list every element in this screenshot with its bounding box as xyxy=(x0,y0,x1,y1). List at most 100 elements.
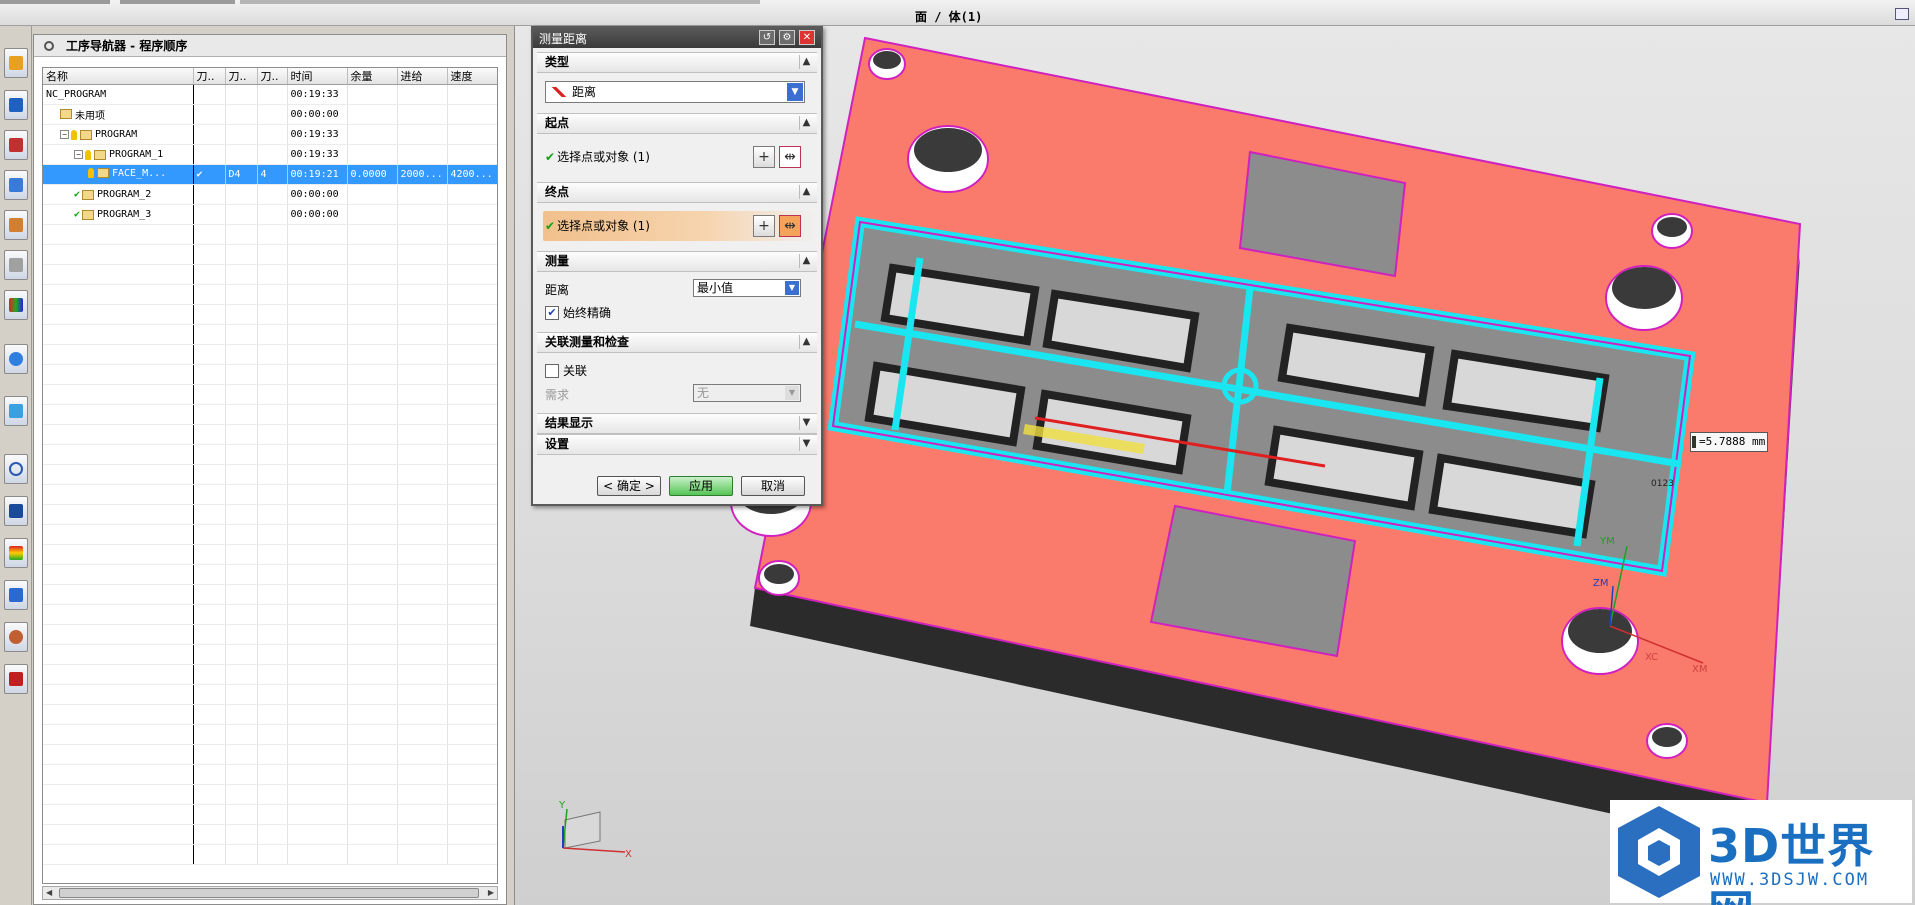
result-section-header[interactable]: 结果显示 ▼ xyxy=(537,413,817,434)
gear-icon[interactable]: ⚙ xyxy=(779,30,795,45)
empty-cell xyxy=(287,724,348,745)
scroll-left-icon[interactable]: ◀ xyxy=(46,888,52,897)
reset-icon[interactable]: ↺ xyxy=(759,30,775,45)
collapse-icon[interactable]: ▲ xyxy=(799,185,813,199)
apply-button[interactable]: 应用 xyxy=(669,476,733,496)
operation-name-cell[interactable]: − PROGRAM xyxy=(43,124,194,145)
collapse-node-icon[interactable]: − xyxy=(74,150,83,159)
roles-icon[interactable] xyxy=(4,622,28,652)
operation-name-cell[interactable]: FACE_M... xyxy=(43,164,194,185)
checkbox-unchecked-icon[interactable] xyxy=(545,363,559,378)
collapse-icon[interactable]: ▲ xyxy=(799,254,813,268)
start-selection[interactable]: ✔ 选择点或对象 (1) xyxy=(545,148,650,165)
type-section-header[interactable]: 类型 ▲ xyxy=(537,52,817,73)
panel-splitter[interactable] xyxy=(507,26,515,905)
chevron-down-icon[interactable]: ▼ xyxy=(787,83,803,101)
library-icon[interactable] xyxy=(4,290,28,320)
assembly-navigator-icon[interactable] xyxy=(4,48,28,78)
column-header[interactable]: 刀.. xyxy=(225,68,258,85)
always-accurate-checkbox[interactable]: ✔ 始终精确 xyxy=(545,304,611,321)
constraint-navigator-icon[interactable] xyxy=(4,90,28,120)
empty-cell xyxy=(193,804,226,825)
empty-cell xyxy=(397,344,448,365)
point-dialog-button[interactable]: + xyxy=(753,215,775,237)
type-dropdown[interactable]: 距离 ▼ xyxy=(545,81,805,103)
history-icon[interactable] xyxy=(4,454,28,484)
system-materials-icon[interactable] xyxy=(4,496,28,526)
column-header[interactable]: 刀.. xyxy=(257,68,288,85)
table-row[interactable]: FACE_M... ✔ D4 4 00:19:21 0.0000 2000... 4200..… xyxy=(43,164,497,185)
operation-navigator-icon[interactable] xyxy=(4,170,28,200)
distance-mode-dropdown[interactable]: 最小值 ▼ xyxy=(693,279,801,297)
empty-cell xyxy=(397,624,448,645)
operation-name: FACE_M... xyxy=(112,167,167,179)
table-row[interactable]: − PROGRAM_1 00:19:33 xyxy=(43,144,497,165)
manufacturing-wizard-icon[interactable] xyxy=(4,580,28,610)
column-header[interactable]: 速度 xyxy=(447,68,497,85)
start-section-header[interactable]: 起点 ▲ xyxy=(537,113,817,134)
measure-section-header[interactable]: 测量 ▲ xyxy=(537,251,817,272)
table-row[interactable]: ✔ PROGRAM_2 00:00:00 xyxy=(43,184,497,205)
column-header[interactable]: 时间 xyxy=(287,68,348,85)
horizontal-scrollbar[interactable]: ◀ ▶ xyxy=(42,886,498,900)
tree-node: ✔ PROGRAM_3 xyxy=(46,209,151,220)
process-studio-icon[interactable] xyxy=(4,538,28,568)
close-icon[interactable]: ✕ xyxy=(799,30,815,45)
operation-name-cell[interactable]: ✔ PROGRAM_2 xyxy=(43,184,194,205)
end-selection[interactable]: ✔ 选择点或对象 (1) xyxy=(545,217,650,234)
machine-tool-navigator-icon[interactable] xyxy=(4,210,28,240)
table-cell: 00:00:00 xyxy=(287,104,348,125)
ok-button[interactable]: < 确定 > xyxy=(597,476,661,496)
part-navigator-icon[interactable] xyxy=(4,130,28,160)
end-section-header[interactable]: 终点 ▲ xyxy=(537,182,817,203)
empty-cell xyxy=(43,664,194,685)
pin-icon[interactable] xyxy=(44,40,54,51)
operation-name-cell[interactable]: − PROGRAM_1 xyxy=(43,144,194,165)
palette-icon[interactable] xyxy=(4,664,28,694)
table-cell: 00:00:00 xyxy=(287,184,348,205)
document-icon[interactable] xyxy=(4,396,28,426)
empty-cell xyxy=(257,424,288,445)
empty-row xyxy=(43,524,497,545)
select-object-button[interactable]: ⇹ xyxy=(779,215,801,237)
scroll-thumb[interactable] xyxy=(59,888,479,898)
scroll-right-icon[interactable]: ▶ xyxy=(488,888,494,897)
empty-cell xyxy=(225,604,258,625)
collapse-icon[interactable]: ▲ xyxy=(799,335,813,349)
empty-cell xyxy=(287,644,348,665)
collapse-icon[interactable]: ▲ xyxy=(799,55,813,69)
column-header[interactable]: 名称 xyxy=(43,68,194,85)
operation-name-cell[interactable]: 未用项 xyxy=(43,104,194,125)
empty-cell xyxy=(397,724,448,745)
assoc-section-header[interactable]: 关联测量和检查 ▲ xyxy=(537,332,817,353)
select-object-button[interactable]: ⇹ xyxy=(779,146,801,168)
collapse-icon[interactable]: ▲ xyxy=(799,116,813,130)
cube-logo-icon xyxy=(1618,806,1700,898)
collapse-node-icon[interactable]: − xyxy=(60,130,69,139)
empty-cell xyxy=(287,324,348,345)
restore-window-button[interactable] xyxy=(1895,8,1909,20)
associative-checkbox[interactable]: 关联 xyxy=(545,362,587,379)
table-row[interactable]: ✔ PROGRAM_3 00:00:00 xyxy=(43,204,497,225)
column-header[interactable]: 刀.. xyxy=(193,68,226,85)
empty-cell xyxy=(447,784,497,805)
empty-cell xyxy=(43,384,194,405)
operation-name-cell[interactable]: ✔ PROGRAM_3 xyxy=(43,204,194,225)
table-row[interactable]: NC_PROGRAM 00:19:33 xyxy=(43,84,497,105)
checkbox-checked-icon[interactable]: ✔ xyxy=(545,305,559,320)
column-header[interactable]: 进给 xyxy=(397,68,448,85)
web-browser-icon[interactable] xyxy=(4,344,28,374)
table-row[interactable]: − PROGRAM 00:19:33 xyxy=(43,124,497,145)
operation-name-cell[interactable]: NC_PROGRAM xyxy=(43,84,194,105)
empty-cell xyxy=(193,644,226,665)
table-row[interactable]: 未用项 00:00:00 xyxy=(43,104,497,125)
column-header[interactable]: 余量 xyxy=(347,68,398,85)
expand-icon[interactable]: ▼ xyxy=(799,416,813,430)
settings-section-header[interactable]: 设置 ▼ xyxy=(537,434,817,455)
expand-icon[interactable]: ▼ xyxy=(799,437,813,451)
empty-cell xyxy=(447,424,497,445)
chevron-down-icon[interactable]: ▼ xyxy=(785,281,799,295)
point-dialog-button[interactable]: + xyxy=(753,146,775,168)
cancel-button[interactable]: 取消 xyxy=(741,476,805,496)
reuse-library-icon[interactable] xyxy=(4,250,28,280)
